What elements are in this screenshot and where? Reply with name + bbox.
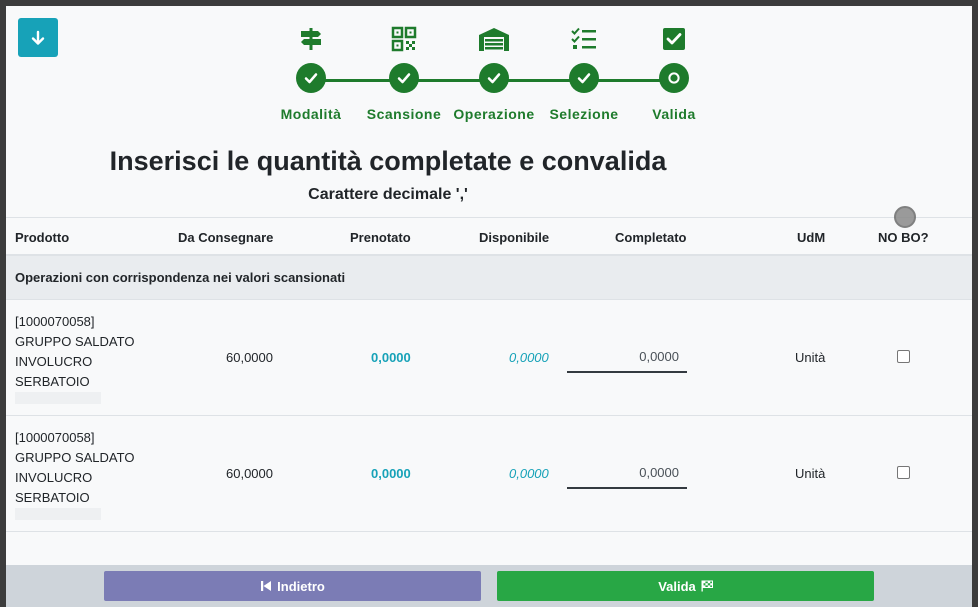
product-name-line: GRUPPO SALDATO [15,334,135,349]
product-code: [1000070058] [15,314,95,329]
header-uom: UdM [797,230,826,245]
step-scansione[interactable]: Scansione [359,16,449,122]
reserved-value: 0,0000 [371,350,411,365]
step-label: Selezione [549,106,619,122]
step-done-indicator [389,63,419,93]
step-label: Valida [652,106,696,122]
progress-stepper: Modalità Scansione Operazione Selezione … [266,16,706,126]
uom-value: Unità [795,466,826,481]
back-button-label: Indietro [277,578,325,594]
group-header: Operazioni con corrispondenza nei valori… [6,256,972,300]
step-selezione[interactable]: Selezione [539,16,629,122]
decimal-hint: Carattere decimale ',' [308,186,468,203]
check-icon [577,73,591,84]
completed-quantity-input[interactable]: 0,0000 [567,342,687,373]
header-completed: Completato [615,230,687,245]
page-title: Inserisci le quantità completate e conva… [109,146,667,176]
validate-button-label: Valida [658,578,696,594]
product-name-line: INVOLUCRO [15,354,93,369]
step-valida[interactable]: Valida [629,16,719,122]
check-icon [304,73,318,84]
scroll-down-button[interactable] [18,18,58,57]
header-no-bo: NO BO? [878,230,929,245]
header-available: Disponibile [479,230,550,245]
product-placeholder [15,392,101,404]
checklist-icon [539,16,629,52]
circle-outline-icon [668,72,680,84]
step-modalita[interactable]: Modalità [266,16,356,122]
header-product: Prodotto [15,230,70,245]
touch-cursor-indicator [894,206,916,228]
header-to-deliver: Da Consegnare [178,230,274,245]
product-name-line: SERBATOIO [15,374,90,389]
check-square-icon [629,16,719,52]
validate-button[interactable]: Valida [497,571,874,601]
check-icon [397,73,411,84]
step-operazione[interactable]: Operazione [449,16,539,122]
available-value: 0,0000 [509,350,549,365]
step-label: Scansione [366,106,442,122]
product-name-line: INVOLUCRO [15,470,93,485]
step-done-indicator [479,63,509,93]
step-done-indicator [569,63,599,93]
product-placeholder [15,508,101,520]
signpost-icon [266,16,356,52]
table-row: [1000070058] GRUPPO SALDATO INVOLUCRO SE… [6,300,972,416]
quantities-table: Prodotto Da Consegnare Prenotato Disponi… [6,217,972,532]
header-reserved: Prenotato [350,230,411,245]
step-label: Modalità [280,106,342,122]
to-deliver-value: 60,0000 [226,466,273,481]
step-backward-icon [261,581,272,591]
product-name-line: SERBATOIO [15,490,90,505]
uom-value: Unità [795,350,826,365]
footer-bar: Indietro Valida [6,565,972,607]
completed-quantity-input[interactable]: 0,0000 [567,458,687,489]
step-done-indicator [296,63,326,93]
checkered-flag-icon [701,580,713,592]
qr-code-icon [359,16,449,52]
product-cell: [1000070058] GRUPPO SALDATO INVOLUCRO SE… [15,428,175,508]
no-bo-checkbox[interactable] [897,466,910,479]
product-code: [1000070058] [15,430,95,445]
product-name-line: GRUPPO SALDATO [15,450,135,465]
product-cell: [1000070058] GRUPPO SALDATO INVOLUCRO SE… [15,312,175,392]
app-window: Modalità Scansione Operazione Selezione … [6,6,972,607]
step-label: Operazione [453,106,535,122]
warehouse-icon [449,16,539,52]
table-header: Prodotto Da Consegnare Prenotato Disponi… [6,217,972,256]
table-row: [1000070058] GRUPPO SALDATO INVOLUCRO SE… [6,416,972,532]
back-button[interactable]: Indietro [104,571,481,601]
available-value: 0,0000 [509,466,549,481]
arrow-down-icon [31,30,45,45]
check-icon [487,73,501,84]
reserved-value: 0,0000 [371,466,411,481]
step-current-indicator [659,63,689,93]
no-bo-checkbox[interactable] [897,350,910,363]
to-deliver-value: 60,0000 [226,350,273,365]
